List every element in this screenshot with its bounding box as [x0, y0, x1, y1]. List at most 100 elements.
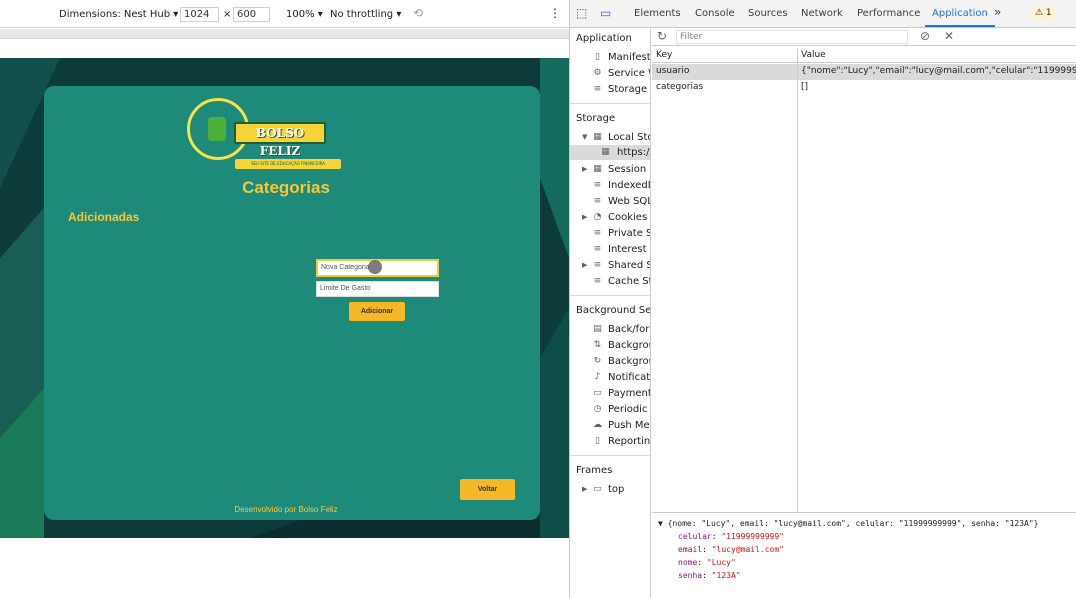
sidebar-item-service-worker[interactable]: Service W	[608, 68, 650, 79]
times-sign: ×	[223, 9, 232, 20]
clear-all-icon[interactable]: ⊘	[920, 29, 930, 43]
clock-icon: ◷	[593, 404, 602, 414]
sidebar-header-storage: Storage	[576, 113, 616, 124]
sidebar-item-local-storage[interactable]: Local Stor	[608, 132, 650, 143]
collapse-triangle-icon[interactable]: ▶	[582, 165, 587, 173]
row-value: []	[801, 82, 809, 92]
database-icon: ≡	[593, 84, 602, 94]
tab-network[interactable]: Network	[801, 8, 843, 19]
row-key: usuario	[656, 66, 690, 76]
collapse-triangle-icon[interactable]: ▶	[582, 213, 587, 221]
sidebar-item-bfcache[interactable]: Back/forw	[608, 324, 650, 335]
sidebar-item-session-storage[interactable]: Session St	[608, 164, 650, 175]
dimensions-select[interactable]: Dimensions: Nest Hub ▾	[59, 9, 178, 20]
sidebar-item-interest-groups[interactable]: Interest G	[608, 244, 650, 255]
sidebar-item-shared-storage[interactable]: Shared St	[608, 260, 650, 271]
expand-triangle-icon[interactable]: ▼	[582, 133, 587, 141]
refresh-icon: ↻	[593, 356, 602, 366]
preview-field: email: "lucy@mail.com"	[678, 545, 784, 554]
logo-title: BOLSO FELIZ	[234, 122, 326, 158]
sidebar-item-background-fetch[interactable]: Backgrou	[608, 340, 650, 351]
row-key: categorias	[656, 82, 704, 92]
sidebar-item-payment-handler[interactable]: Payment	[608, 388, 650, 399]
sidebar-item-websql[interactable]: Web SQL	[608, 196, 650, 207]
height-input[interactable]: 600	[233, 7, 270, 22]
column-value[interactable]: Value	[801, 50, 826, 60]
sidebar-item-cookies[interactable]: Cookies	[608, 212, 647, 223]
document-icon: ▯	[595, 436, 600, 446]
application-sidebar: Application ▯ Manifest ⚙ Service W ≡ Sto…	[570, 29, 651, 598]
manifest-icon: ▯	[595, 52, 600, 62]
preview-field: senha: "123A"	[678, 571, 741, 580]
database-icon: ≡	[593, 276, 602, 286]
inspect-icon[interactable]: ⬚	[576, 6, 587, 20]
more-tabs-icon[interactable]: »	[994, 5, 1001, 19]
column-key[interactable]: Key	[656, 50, 672, 60]
zoom-select[interactable]: 100% ▾	[286, 9, 323, 20]
back-forward-icon: ▤	[593, 324, 602, 334]
delete-selected-icon[interactable]: ✕	[944, 29, 954, 43]
tab-performance[interactable]: Performance	[857, 8, 920, 19]
filter-input[interactable]: Filter	[676, 30, 908, 44]
tab-application[interactable]: Application	[932, 8, 988, 19]
sidebar-item-push-messaging[interactable]: Push Mes	[608, 420, 650, 431]
database-icon: ≡	[593, 196, 602, 206]
limite-gasto-input[interactable]: Limite De Gasto	[316, 281, 439, 297]
device-toolbar: Dimensions: Nest Hub ▾ 1024 × 600 100% ▾…	[0, 0, 569, 28]
sidebar-item-background-sync[interactable]: Backgrou	[608, 356, 650, 367]
sidebar-item-private-state[interactable]: Private St	[608, 228, 650, 239]
footer-text: Desenvolvido por Bolso Feliz	[234, 505, 338, 514]
sidebar-item-reporting-api[interactable]: Reporting	[608, 436, 650, 447]
tab-console[interactable]: Console	[695, 8, 735, 19]
tab-elements[interactable]: Elements	[634, 8, 681, 19]
collapse-triangle-icon[interactable]: ▶	[582, 485, 587, 493]
cookie-icon: ◔	[593, 212, 602, 222]
value-preview: ▼ {nome: "Lucy", email: "lucy@mail.com",…	[652, 512, 1076, 598]
sync-arrows-icon: ⇅	[593, 340, 602, 350]
sidebar-item-top-frame[interactable]: top	[608, 484, 624, 495]
voltar-button[interactable]: Voltar	[460, 479, 515, 500]
sidebar-item-cache-storage[interactable]: Cache Sto	[608, 276, 650, 287]
sidebar-item-notifications[interactable]: Notificati	[608, 372, 650, 383]
filter-toolbar: ↻ Filter ⊘ ✕	[652, 29, 1076, 46]
database-icon: ≡	[593, 228, 602, 238]
devtools-tabbar: ⬚ ▭ Elements Console Sources Network Per…	[570, 0, 1076, 28]
emulated-viewport: BOLSO FELIZ SEU SITE DE EDUCAÇÃO FINANCE…	[0, 58, 569, 538]
sidebar-header-application: Application	[576, 33, 632, 44]
devtools-panel: ⬚ ▭ Elements Console Sources Network Per…	[569, 0, 1076, 598]
section-heading: Adicionadas	[68, 210, 140, 224]
table-icon: ▦	[601, 147, 610, 157]
frame-icon: ▭	[593, 484, 602, 494]
adicionar-button[interactable]: Adicionar	[349, 302, 405, 321]
warnings-badge[interactable]: ⚠ 1	[1032, 7, 1055, 19]
rotate-icon[interactable]: ⟲	[413, 6, 423, 20]
sidebar-header-background: Background Serv	[576, 305, 651, 316]
piggy-bin-icon	[208, 117, 226, 141]
sidebar-header-frames: Frames	[576, 465, 613, 476]
preview-field: nome: "Lucy"	[678, 558, 736, 567]
sidebar-item-origin[interactable]: https://	[617, 147, 650, 158]
mouse-cursor	[368, 260, 382, 274]
table-row[interactable]: usuario {"nome":"Lucy","email":"lucy@mai…	[652, 64, 1076, 80]
storage-view: ↻ Filter ⊘ ✕ Key Value usuario {"nome":"…	[652, 29, 1076, 598]
refresh-icon[interactable]: ↻	[657, 29, 667, 43]
device-toggle-icon[interactable]: ▭	[600, 6, 611, 20]
sidebar-item-periodic-sync[interactable]: Periodic E	[608, 404, 650, 415]
width-input[interactable]: 1024	[180, 7, 219, 22]
preview-summary[interactable]: ▼ {nome: "Lucy", email: "lucy@mail.com",…	[658, 519, 1039, 528]
sidebar-item-manifest[interactable]: Manifest	[608, 52, 650, 63]
table-icon: ▦	[593, 132, 602, 142]
more-options-icon[interactable]: ⋮	[549, 6, 561, 20]
sidebar-item-storage[interactable]: Storage	[608, 84, 647, 95]
cloud-icon: ☁	[593, 420, 602, 430]
table-row[interactable]: categorias []	[652, 80, 1076, 96]
database-icon: ≡	[593, 260, 602, 270]
row-value: {"nome":"Lucy","email":"lucy@mail.com","…	[801, 66, 1076, 76]
tab-sources[interactable]: Sources	[748, 8, 788, 19]
collapse-triangle-icon[interactable]: ▶	[582, 261, 587, 269]
logo-subtitle: SEU SITE DE EDUCAÇÃO FINANCEIRA	[235, 159, 341, 169]
screen: Dimensions: Nest Hub ▾ 1024 × 600 100% ▾…	[0, 0, 1076, 598]
throttling-select[interactable]: No throttling ▾	[330, 9, 401, 20]
table-icon: ▦	[593, 164, 602, 174]
sidebar-item-indexeddb[interactable]: IndexedD	[608, 180, 650, 191]
